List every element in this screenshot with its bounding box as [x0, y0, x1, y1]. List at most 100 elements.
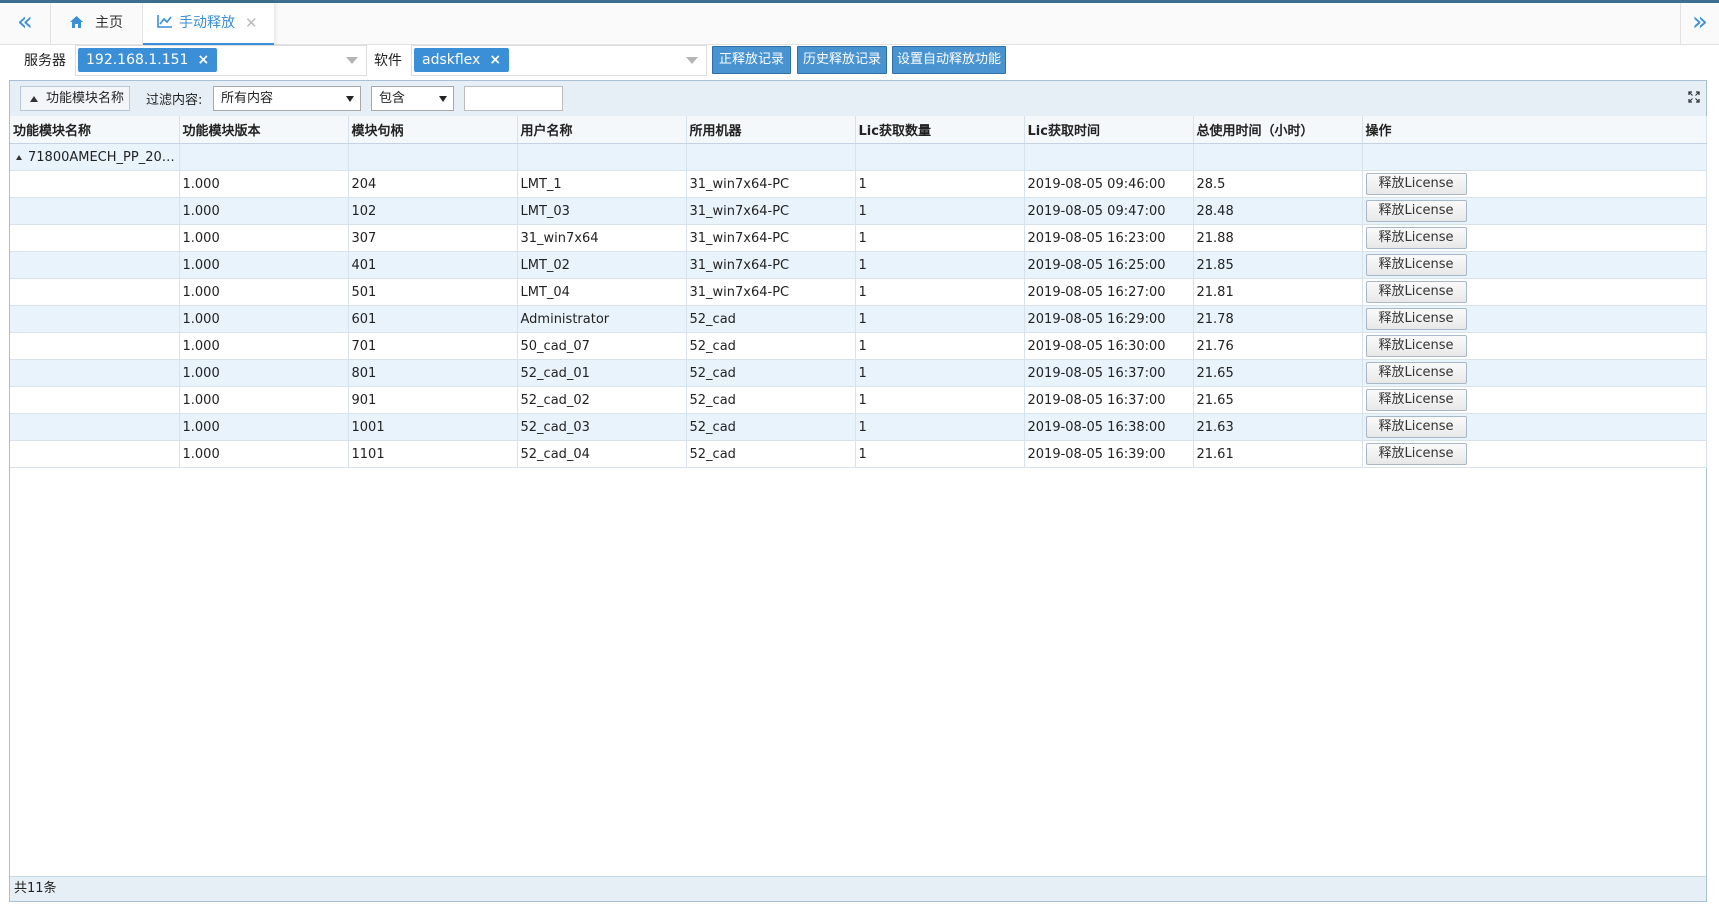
release-license-button[interactable]: 释放License	[1365, 335, 1467, 357]
software-label: 软件	[374, 53, 402, 69]
grid-toolbar: 功能模块名称 过滤内容: 所有内容 包含	[10, 81, 1706, 117]
column-header[interactable]: 所用机器	[686, 116, 856, 144]
column-header[interactable]: 功能模块名称	[10, 116, 180, 144]
table-row[interactable]: 1.000 102 LMT_03 31_win7x64-PC 1 2019-08-05 0…	[10, 197, 1707, 225]
collapse-triangle-icon[interactable]	[16, 154, 22, 160]
filter-operator-value: 包含	[379, 91, 406, 106]
tab-home-label: 主页	[95, 15, 123, 31]
filter-row: 服务器 192.168.1.151 × 软件 adskflex × 正释放记录 历史…	[0, 45, 1719, 79]
release-license-button[interactable]: 释放License	[1365, 443, 1467, 465]
table-row[interactable]: 1.000 1101 52_cad_04 52_cad 1 2019-08-05 16:3…	[10, 440, 1707, 468]
group-row[interactable]: 71800AMECH_PP_2010...	[10, 143, 1707, 171]
release-license-button[interactable]: 释放License	[1365, 254, 1467, 276]
table-row[interactable]: 1.000 601 Administrator 52_cad 1 2019-08-05 1…	[10, 305, 1707, 333]
server-select[interactable]: 192.168.1.151 ×	[75, 45, 367, 76]
user-name-cell: LMT_1	[517, 170, 687, 198]
chevron-down-icon[interactable]	[686, 57, 698, 64]
home-icon	[69, 3, 84, 44]
module-version-cell: 1.000	[179, 197, 349, 225]
lic-count-cell: 1	[855, 386, 1025, 414]
lic-count-cell: 1	[855, 305, 1025, 333]
usage-hours-cell: 21.78	[1193, 305, 1363, 333]
server-chip[interactable]: 192.168.1.151 ×	[78, 48, 218, 72]
tab-manual-release[interactable]: 手动释放 ✕	[143, 3, 274, 45]
module-version-cell: 1.000	[179, 305, 349, 333]
group-by-module-button[interactable]: 功能模块名称	[20, 86, 130, 111]
machine-cell: 52_cad	[686, 332, 856, 360]
scroll-tabs-left-button[interactable]: «	[0, 3, 51, 44]
auto-release-settings-button[interactable]: 设置自动释放功能	[892, 46, 1006, 74]
user-name-cell: 31_win7x64	[517, 224, 687, 252]
lic-count-cell: 1	[855, 440, 1025, 468]
table-row[interactable]: 1.000 204 LMT_1 31_win7x64-PC 1 2019-08-05 09…	[10, 170, 1707, 198]
group-cell[interactable]: 71800AMECH_PP_2010...	[10, 143, 180, 171]
lic-time-cell: 2019-08-05 09:47:00	[1024, 197, 1194, 225]
lic-time-cell: 2019-08-05 16:39:00	[1024, 440, 1194, 468]
history-release-records-button[interactable]: 历史释放记录	[797, 46, 887, 74]
user-name-cell: LMT_03	[517, 197, 687, 225]
chevron-down-icon[interactable]	[346, 57, 358, 64]
release-license-button[interactable]: 释放License	[1365, 227, 1467, 249]
scroll-tabs-right-button[interactable]: »	[1680, 3, 1719, 44]
lic-time-cell: 2019-08-05 16:37:00	[1024, 386, 1194, 414]
release-license-button[interactable]: 释放License	[1365, 200, 1467, 222]
lic-time-cell: 2019-08-05 16:23:00	[1024, 224, 1194, 252]
release-license-button[interactable]: 释放License	[1365, 173, 1467, 195]
module-name-cell	[10, 278, 180, 306]
column-header[interactable]: 用户名称	[517, 116, 687, 144]
module-handle-cell: 601	[348, 305, 518, 333]
remove-server-icon[interactable]: ×	[197, 52, 209, 68]
release-license-button[interactable]: 释放License	[1365, 389, 1467, 411]
module-name-cell	[10, 305, 180, 333]
release-license-button[interactable]: 释放License	[1365, 362, 1467, 384]
user-name-cell: 52_cad_02	[517, 386, 687, 414]
column-header[interactable]: 模块句柄	[348, 116, 518, 144]
column-header[interactable]: 功能模块版本	[179, 116, 349, 144]
group-by-module-label: 功能模块名称	[46, 91, 125, 106]
machine-cell: 31_win7x64-PC	[686, 170, 856, 198]
module-handle-cell: 501	[348, 278, 518, 306]
module-handle-cell: 801	[348, 359, 518, 387]
release-license-button[interactable]: 释放License	[1365, 416, 1467, 438]
software-select[interactable]: adskflex ×	[411, 45, 707, 76]
filter-operator-select[interactable]: 包含	[371, 86, 454, 111]
lic-count-cell: 1	[855, 332, 1025, 360]
action-cell: 释放License	[1362, 305, 1707, 333]
fullscreen-icon[interactable]	[1688, 91, 1700, 103]
machine-cell: 31_win7x64-PC	[686, 197, 856, 225]
action-cell: 释放License	[1362, 440, 1707, 468]
action-cell: 释放License	[1362, 413, 1707, 441]
module-handle-cell: 401	[348, 251, 518, 279]
column-header[interactable]: Lic获取数量	[855, 116, 1025, 144]
current-release-records-button[interactable]: 正释放记录	[712, 46, 791, 74]
release-license-button[interactable]: 释放License	[1365, 308, 1467, 330]
table-row[interactable]: 1.000 401 LMT_02 31_win7x64-PC 1 2019-08-05 1…	[10, 251, 1707, 279]
machine-cell: 52_cad	[686, 440, 856, 468]
lic-time-cell: 2019-08-05 16:29:00	[1024, 305, 1194, 333]
table-row[interactable]: 1.000 901 52_cad_02 52_cad 1 2019-08-05 16:37…	[10, 386, 1707, 414]
table-row[interactable]: 1.000 501 LMT_04 31_win7x64-PC 1 2019-08-05 1…	[10, 278, 1707, 306]
tab-home[interactable]: 主页	[51, 3, 143, 44]
user-name-cell: 52_cad_03	[517, 413, 687, 441]
license-table: 功能模块名称 功能模块版本 模块句柄 用户名称 所用机器 Lic获取数量 Lic…	[10, 116, 1707, 468]
column-header[interactable]: 总使用时间（小时）	[1193, 116, 1363, 144]
usage-hours-cell: 21.88	[1193, 224, 1363, 252]
filter-content-select[interactable]: 所有内容	[213, 86, 361, 111]
module-handle-cell: 204	[348, 170, 518, 198]
module-version-cell: 1.000	[179, 251, 349, 279]
table-row[interactable]: 1.000 307 31_win7x64 31_win7x64-PC 1 2019-08-…	[10, 224, 1707, 252]
release-license-button[interactable]: 释放License	[1365, 281, 1467, 303]
close-tab-icon[interactable]: ✕	[245, 3, 258, 44]
remove-software-icon[interactable]: ×	[489, 52, 501, 68]
filter-text-input[interactable]	[464, 86, 563, 111]
table-row[interactable]: 1.000 1001 52_cad_03 52_cad 1 2019-08-05 16:3…	[10, 413, 1707, 441]
table-row[interactable]: 1.000 801 52_cad_01 52_cad 1 2019-08-05 16:37…	[10, 359, 1707, 387]
machine-cell: 52_cad	[686, 305, 856, 333]
column-header[interactable]: 操作	[1362, 116, 1707, 144]
software-chip[interactable]: adskflex ×	[414, 48, 510, 72]
module-name-cell	[10, 224, 180, 252]
usage-hours-cell: 21.63	[1193, 413, 1363, 441]
column-header[interactable]: Lic获取时间	[1024, 116, 1194, 144]
module-name-cell	[10, 170, 180, 198]
table-row[interactable]: 1.000 701 50_cad_07 52_cad 1 2019-08-05 16:30…	[10, 332, 1707, 360]
